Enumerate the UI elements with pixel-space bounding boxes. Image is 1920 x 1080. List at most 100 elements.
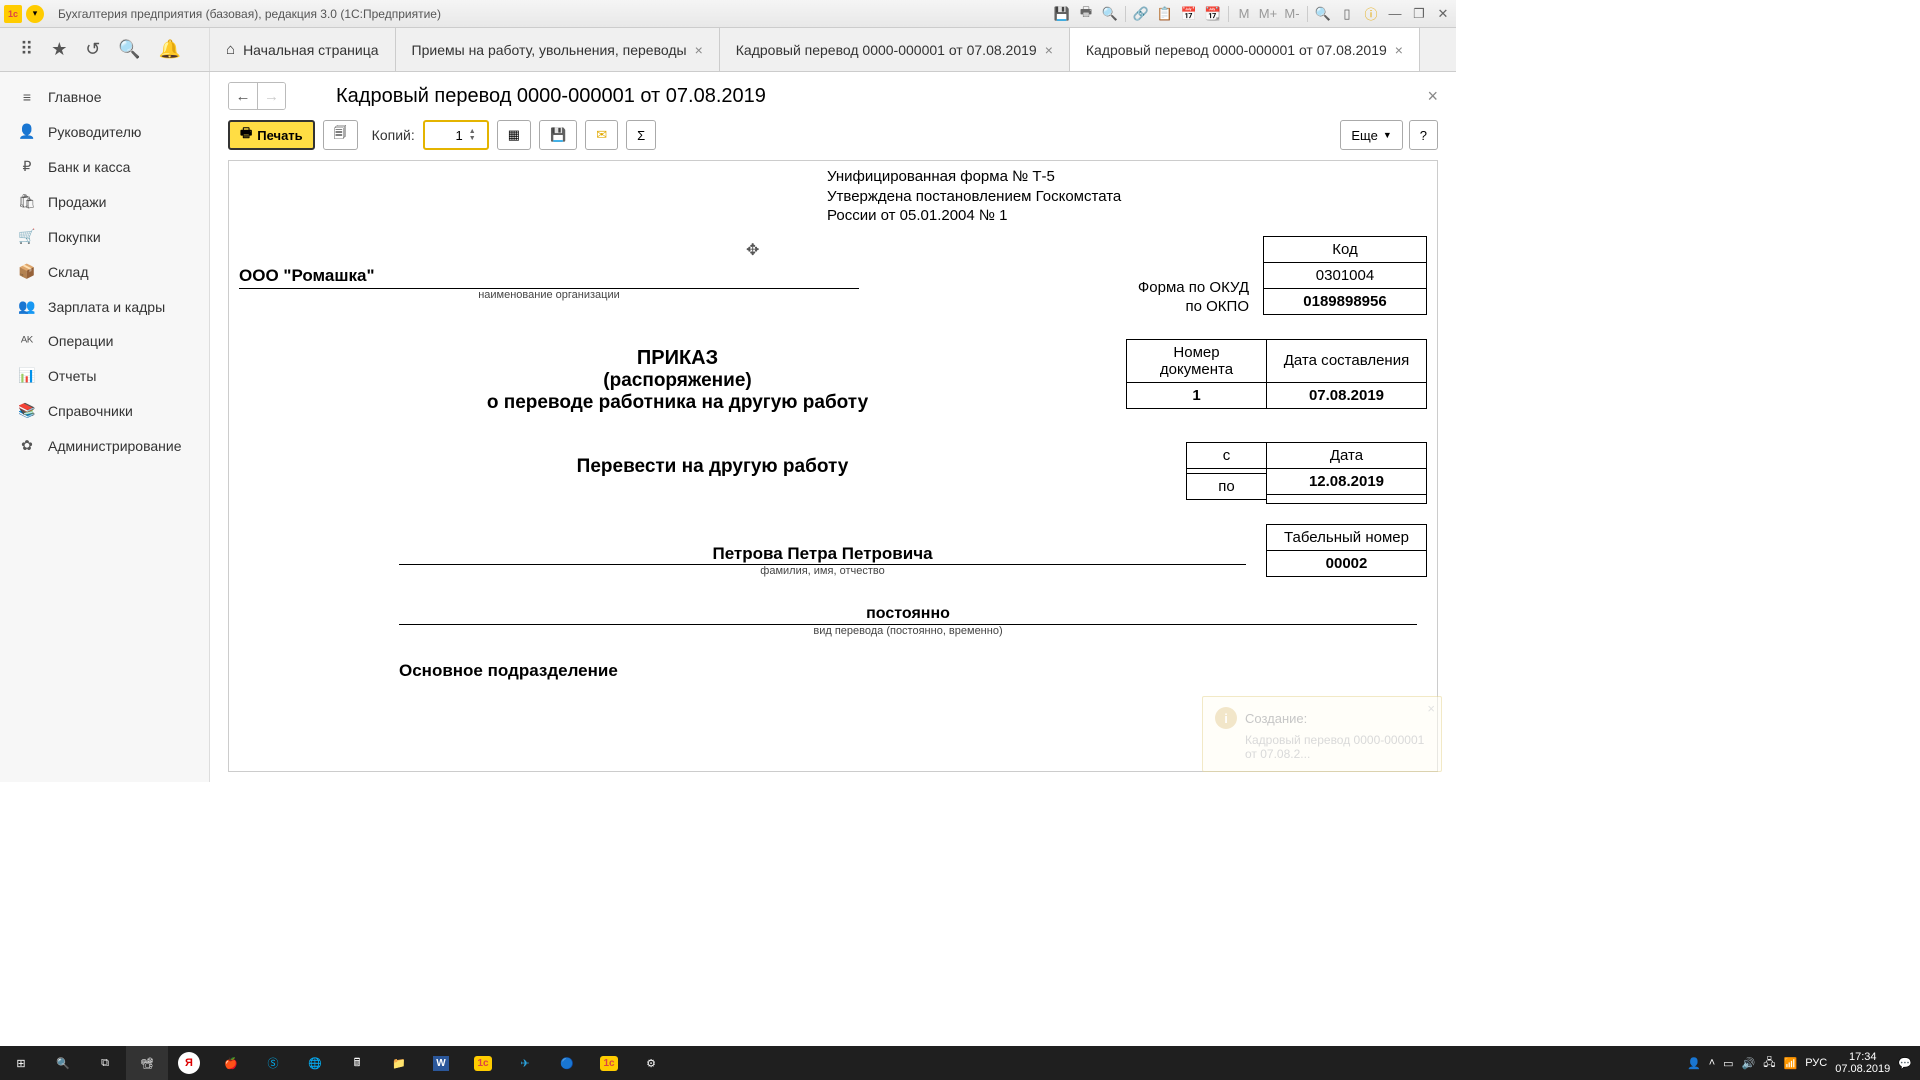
taskbar-app-word[interactable]: W (420, 1046, 462, 1080)
taskbar-app-1c[interactable]: 1c (462, 1046, 504, 1080)
tabnum-table: Табельный номер 00002 (1266, 524, 1427, 577)
zoom-icon[interactable]: 🔍 (1314, 5, 1332, 23)
tab-label: Кадровый перевод 0000-000001 от 07.08.20… (1086, 42, 1387, 58)
help-button[interactable]: ? (1409, 120, 1438, 150)
help-label: ? (1420, 128, 1427, 143)
m-minus-icon[interactable]: M- (1283, 5, 1301, 23)
save-button[interactable]: 💾 (539, 120, 577, 150)
divider (1125, 6, 1126, 22)
document-viewport[interactable]: ✥ Унифицированная форма № Т-5 Утверждена… (228, 160, 1438, 772)
close-icon[interactable]: × (1045, 42, 1053, 58)
task-view-button[interactable]: ⧉ (84, 1046, 126, 1080)
sidebar-item-references[interactable]: 📚Справочники (0, 393, 209, 428)
sidebar-item-warehouse[interactable]: 📦Склад (0, 254, 209, 289)
volume-icon[interactable]: 🔊 (1742, 1057, 1756, 1070)
history-icon[interactable]: ↺ (85, 39, 100, 60)
tab-transfer-1[interactable]: Кадровый перевод 0000-000001 от 07.08.20… (720, 28, 1070, 71)
window-title: Бухгалтерия предприятия (базовая), редак… (58, 7, 441, 21)
taskbar-app[interactable]: 🍎 (210, 1046, 252, 1080)
table-button[interactable]: ▦ (497, 120, 531, 150)
sidebar-item-label: Руководителю (48, 124, 141, 140)
sidebar-item-main[interactable]: ≡Главное (0, 80, 209, 114)
menu-icon: ≡ (18, 89, 36, 105)
email-button[interactable]: ✉ (585, 120, 618, 150)
sidebar-item-manager[interactable]: 👤Руководителю (0, 114, 209, 149)
m-icon[interactable]: M (1235, 5, 1253, 23)
taskbar-app-chrome[interactable]: 🔵 (546, 1046, 588, 1080)
tray-chevron-icon[interactable]: ˄ (1709, 1057, 1715, 1069)
network-icon[interactable]: 🖧 (1763, 1054, 1775, 1073)
bell-icon[interactable]: 🔔 (159, 39, 181, 60)
order-subject: о переводе работника на другую работу (239, 392, 1116, 414)
taskbar-app-telegram[interactable]: ✈ (504, 1046, 546, 1080)
date-table: Дата 12.08.2019 (1266, 442, 1427, 504)
page-title: Кадровый перевод 0000-000001 от 07.08.20… (336, 85, 766, 108)
copies-label: Копий: (372, 127, 415, 143)
sidebar-item-bank[interactable]: ₽Банк и касса (0, 149, 209, 184)
preview-button[interactable]: 🗐 (323, 120, 358, 150)
print-icon[interactable]: 🖶 (1077, 5, 1095, 23)
search-icon[interactable]: 🔍 (118, 39, 140, 60)
sidebar-item-purchases[interactable]: 🛒Покупки (0, 219, 209, 254)
close-icon[interactable]: × (1395, 42, 1403, 58)
back-button[interactable]: ← (229, 83, 257, 109)
close-icon[interactable]: × (1427, 701, 1435, 716)
taskbar-app-calc[interactable]: 🖩 (336, 1046, 378, 1080)
tab-hr-actions[interactable]: Приемы на работу, увольнения, переводы × (396, 28, 720, 71)
people-icon[interactable]: 👤 (1687, 1057, 1701, 1070)
tab-home[interactable]: ⌂ Начальная страница (210, 28, 396, 71)
close-icon[interactable]: × (695, 42, 703, 58)
sidebar-item-sales[interactable]: 🛍Продажи (0, 184, 209, 219)
info-icon[interactable]: ⓘ (1362, 5, 1380, 23)
save-icon[interactable]: 💾 (1053, 5, 1071, 23)
forward-button[interactable]: → (257, 83, 285, 109)
copies-spinner[interactable]: ▲▼ (467, 128, 478, 142)
notification-toast[interactable]: × i Создание: Кадровый перевод 0000-0000… (1202, 696, 1442, 772)
taskbar-app-settings[interactable]: ⚙ (630, 1046, 672, 1080)
clock[interactable]: 17:34 07.08.2019 (1835, 1051, 1890, 1075)
calendar-icon[interactable]: 📅 (1180, 5, 1198, 23)
app-menu-dropdown[interactable]: ▾ (26, 5, 44, 23)
notifications-icon[interactable]: 💬 (1898, 1057, 1912, 1070)
sum-button[interactable]: Σ (626, 120, 656, 150)
link-icon[interactable]: 🔗 (1132, 5, 1150, 23)
sidebar-item-reports[interactable]: 📊Отчеты (0, 358, 209, 393)
minimize-icon[interactable]: — (1386, 5, 1404, 23)
panel-icon[interactable]: ▯ (1338, 5, 1356, 23)
taskbar-app-yandex[interactable]: Я (168, 1046, 210, 1080)
taskbar-app[interactable]: 📽 (126, 1046, 168, 1080)
sidebar-item-operations[interactable]: ᴬᴷОперации (0, 324, 209, 358)
content-header: ← → Кадровый перевод 0000-000001 от 07.0… (210, 72, 1456, 116)
taskbar-app[interactable]: 🌐 (294, 1046, 336, 1080)
wifi-icon[interactable]: 📶 (1784, 1057, 1798, 1070)
copies-input[interactable] (425, 128, 467, 143)
search-button[interactable]: 🔍 (42, 1046, 84, 1080)
preview-icon[interactable]: 🔍 (1101, 5, 1119, 23)
okpo-value: 0189898956 (1264, 288, 1427, 314)
more-button[interactable]: Еще ▼ (1340, 120, 1402, 150)
battery-icon[interactable]: ▭ (1723, 1057, 1733, 1070)
star-icon[interactable]: ★ (51, 39, 67, 60)
sidebar-item-admin[interactable]: ✿Администрирование (0, 428, 209, 463)
lang-indicator[interactable]: РУС (1805, 1057, 1827, 1069)
sidebar-item-hr[interactable]: 👥Зарплата и кадры (0, 289, 209, 324)
tab-transfer-2[interactable]: Кадровый перевод 0000-000001 от 07.08.20… (1070, 28, 1420, 71)
schedule-icon[interactable]: 📆 (1204, 5, 1222, 23)
taskbar-app-1c-2[interactable]: 1c (588, 1046, 630, 1080)
form-meta-line: Утверждена постановлением Госкомстата (827, 187, 1427, 207)
info-icon: i (1215, 707, 1237, 729)
print-button[interactable]: 🖶 Печать (228, 120, 315, 150)
m-plus-icon[interactable]: M+ (1259, 5, 1277, 23)
toolbar: 🖶 Печать 🗐 Копий: ▲▼ ▦ 💾 ✉ Σ Еще ▼ ? (210, 116, 1456, 160)
copy-icon[interactable]: 📋 (1156, 5, 1174, 23)
employee-name: Петрова Петра Петровича (399, 544, 1246, 565)
apps-icon[interactable]: ⠿ (20, 39, 33, 60)
sidebar-item-label: Склад (48, 264, 89, 280)
taskbar-app-explorer[interactable]: 📁 (378, 1046, 420, 1080)
close-icon[interactable]: ✕ (1434, 5, 1452, 23)
close-page-button[interactable]: × (1427, 86, 1438, 107)
taskbar-app-skype[interactable]: Ⓢ (252, 1046, 294, 1080)
employee-label: фамилия, имя, отчество (399, 565, 1246, 577)
maximize-icon[interactable]: ❐ (1410, 5, 1428, 23)
start-button[interactable]: ⊞ (0, 1046, 42, 1080)
